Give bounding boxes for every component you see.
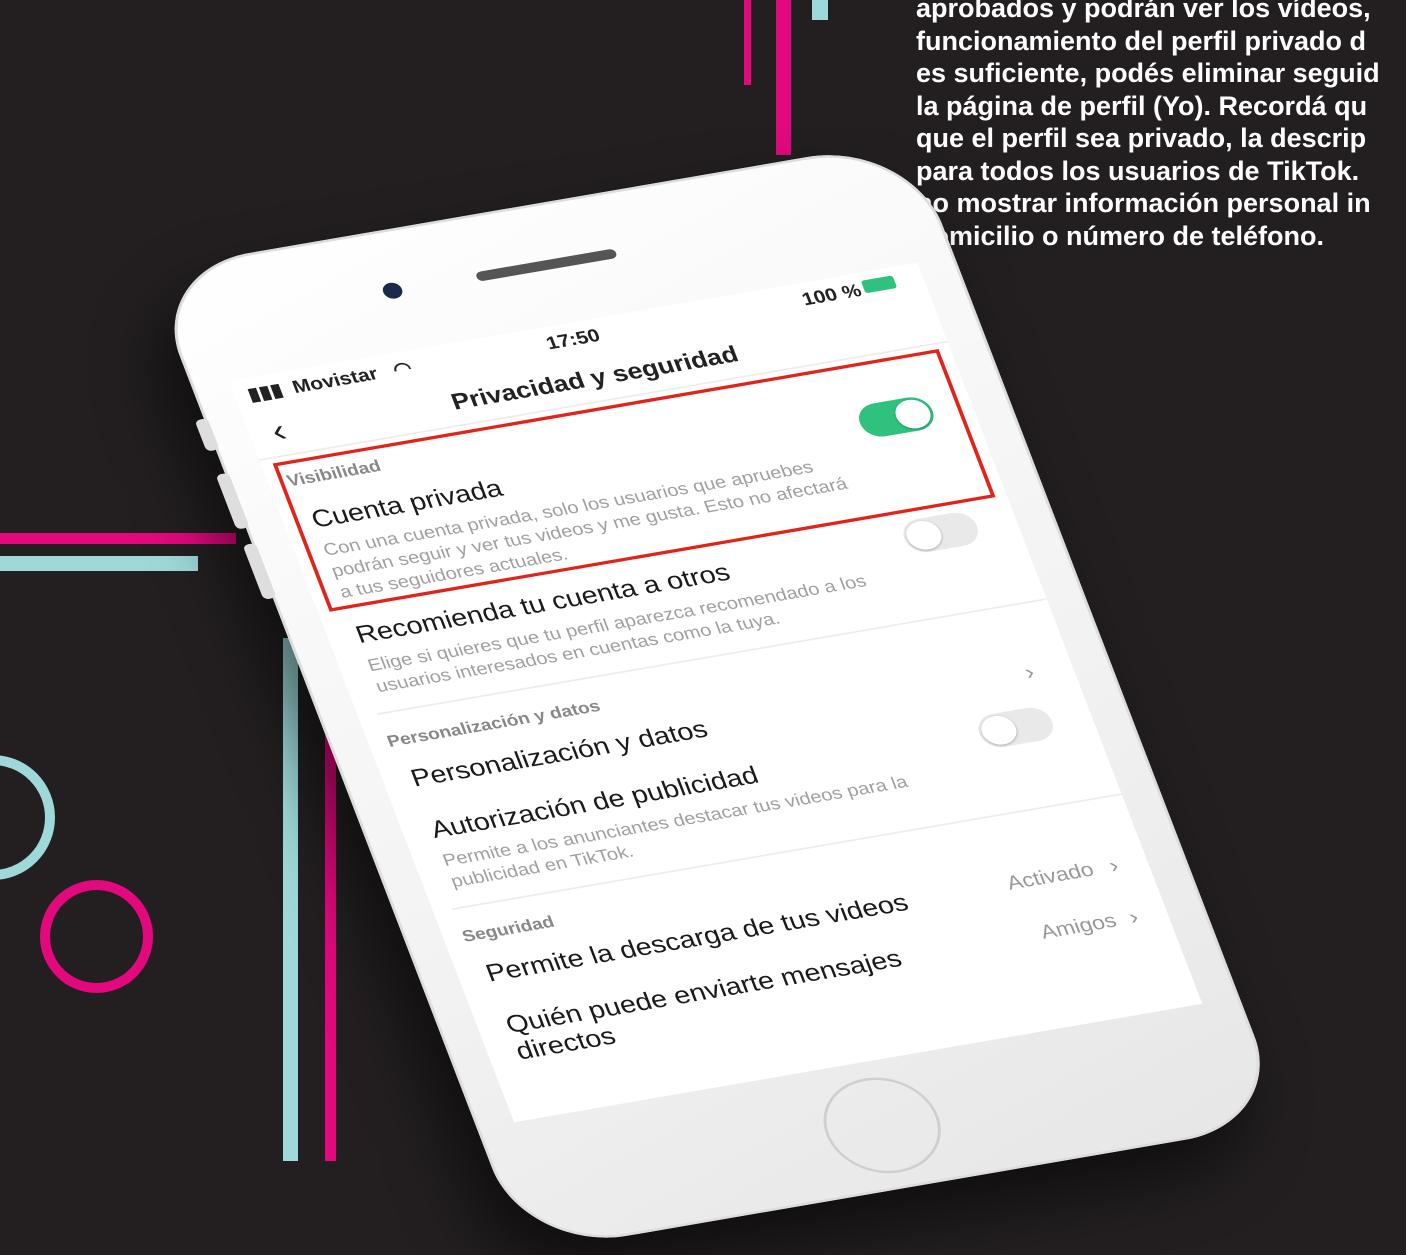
- chevron-right-icon[interactable]: ›: [1021, 659, 1038, 685]
- overlay-line: es suficiente, podés eliminar seguid: [916, 58, 1380, 88]
- deco-teal-ring-small: [0, 755, 55, 880]
- deco-teal-block-top: [812, 0, 828, 20]
- overlay-paragraph: aprobados y podrán ver los vídeos, funci…: [916, 0, 1406, 252]
- deco-pink-ring: [40, 880, 153, 993]
- ads-authorization-toggle[interactable]: [973, 704, 1059, 750]
- chevron-right-icon[interactable]: ›: [1105, 853, 1122, 879]
- section-security: Seguridad: [459, 913, 558, 946]
- deco-pink-bar-vertical: [325, 716, 336, 1161]
- phone-mockup: ▮▮▮ Movistar ◠ 17:50 100 % ‹ Privacidad …: [146, 139, 1288, 1254]
- overlay-line: domicilio o número de teléfono.: [916, 220, 1325, 251]
- status-time: 17:50: [543, 324, 603, 354]
- overlay-line: funcionamiento del perfil privado d: [916, 25, 1367, 56]
- overlay-line: la página de perfil (Yo). Recordá qu: [916, 90, 1368, 121]
- volume-down-button: [242, 542, 277, 600]
- direct-messages-value[interactable]: Amigos: [1037, 910, 1120, 945]
- signal-icon: ▮▮▮: [244, 379, 286, 405]
- wifi-icon: ◠: [389, 357, 415, 380]
- volume-up-button: [215, 472, 250, 530]
- overlay-line: que el perfil sea privado, la descrip: [916, 123, 1367, 153]
- download-videos-value[interactable]: Activado: [1003, 859, 1097, 896]
- deco-teal-bar-vertical: [283, 638, 298, 1161]
- phone-body: ▮▮▮ Movistar ◠ 17:50 100 % ‹ Privacidad …: [146, 139, 1288, 1254]
- recommend-account-toggle[interactable]: [898, 509, 984, 555]
- app-screen: ▮▮▮ Movistar ◠ 17:50 100 % ‹ Privacidad …: [229, 262, 1203, 1123]
- overlay-line: aprobados y podrán ver los vídeos,: [916, 0, 1371, 23]
- toggle-knob: [976, 713, 1022, 748]
- battery-icon: [860, 275, 898, 294]
- deco-pink-line-left: [0, 533, 236, 544]
- front-camera: [380, 281, 405, 301]
- earpiece: [474, 248, 618, 282]
- carrier-name: Movistar: [289, 363, 381, 398]
- toggle-knob: [901, 518, 947, 553]
- battery-level: 100 %: [798, 279, 865, 310]
- deco-teal-line-left: [0, 556, 198, 571]
- chevron-right-icon[interactable]: ›: [1125, 904, 1142, 930]
- overlay-line: no mostrar información personal in: [916, 188, 1371, 218]
- overlay-line: para todos los usuarios de TikTok.: [916, 155, 1360, 186]
- home-button[interactable]: [808, 1069, 956, 1182]
- deco-pink-bar-top: [744, 0, 751, 85]
- side-button: [194, 418, 220, 452]
- deco-pink-bar-top-2: [776, 0, 791, 155]
